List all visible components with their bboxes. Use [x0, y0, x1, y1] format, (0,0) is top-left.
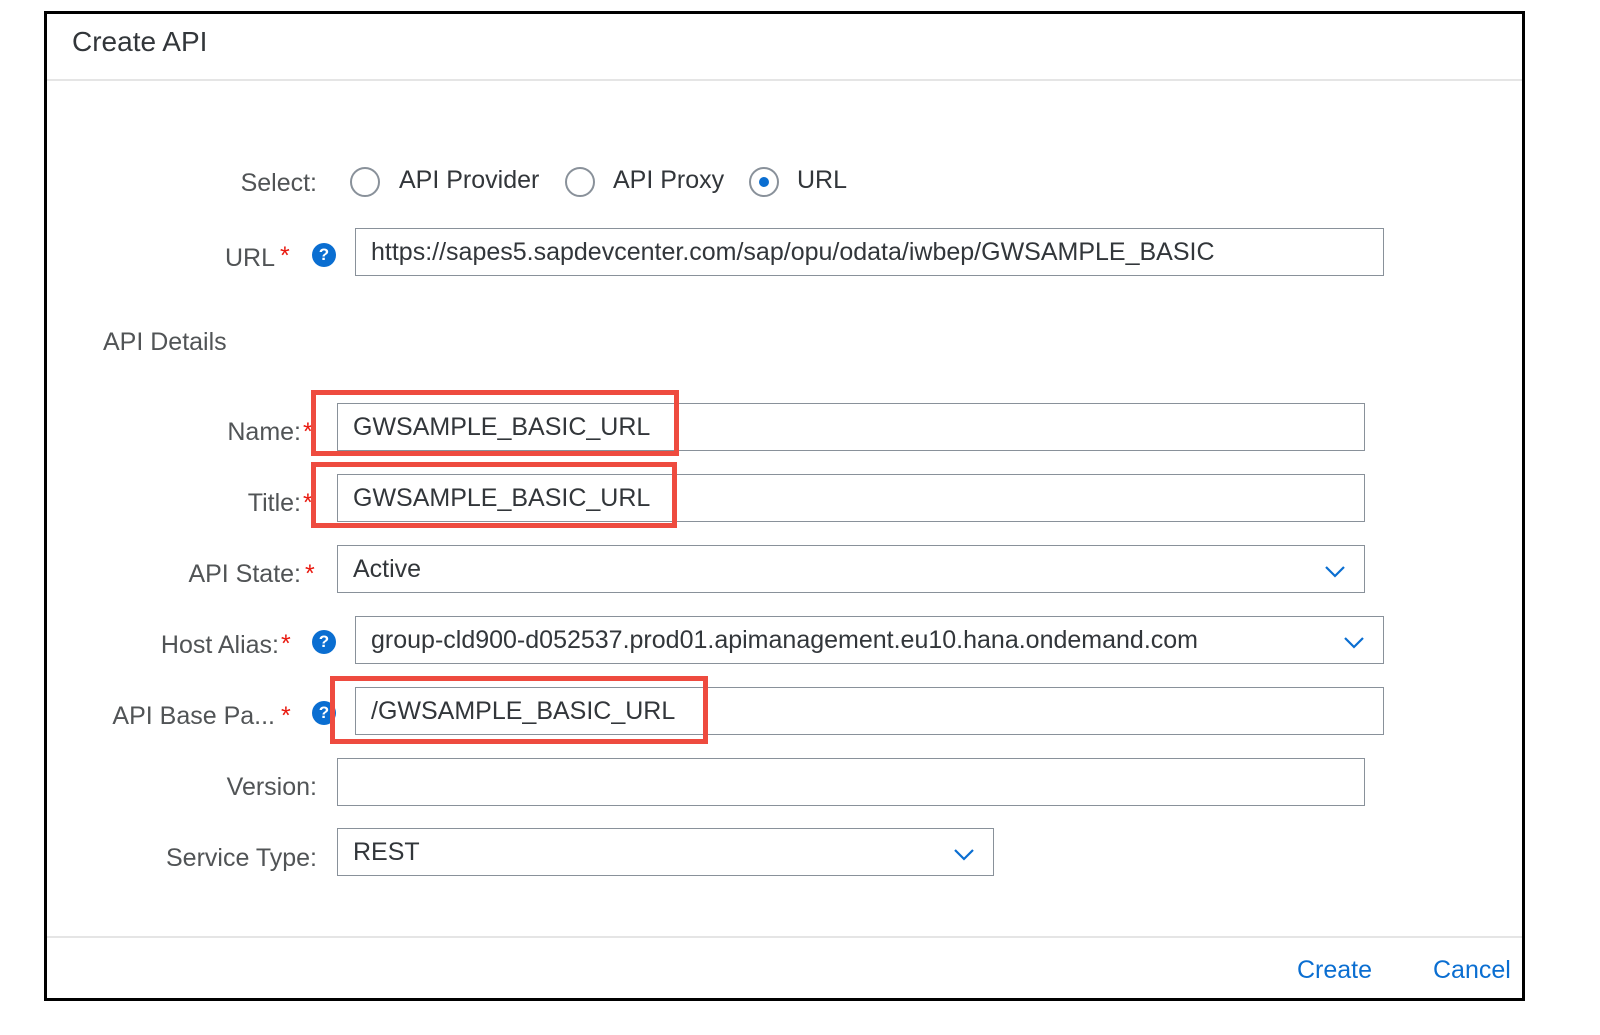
required-marker: * [281, 630, 291, 658]
highlight-box-title [311, 462, 677, 528]
name-label: Name: [227, 418, 301, 446]
dialog-header: Create API [47, 14, 1522, 81]
service-type-value: REST [353, 838, 420, 866]
help-icon[interactable]: ? [312, 243, 336, 267]
create-api-dialog: Create API Select: API Provider API Prox… [44, 11, 1525, 1001]
create-button[interactable]: Create [1297, 956, 1372, 985]
dialog-footer: Create Cancel [47, 936, 1522, 998]
radio-label-api-proxy: API Proxy [613, 166, 725, 194]
cancel-button[interactable]: Cancel [1433, 956, 1511, 985]
api-state-label: API State: [188, 560, 301, 588]
host-alias-value: group-cld900-d052537.prod01.apimanagemen… [371, 626, 1199, 654]
radio-url[interactable] [749, 167, 779, 197]
radio-label-url: URL [797, 166, 848, 194]
api-state-select[interactable]: Active [337, 545, 1365, 593]
select-label: Select: [240, 169, 317, 197]
radio-api-proxy[interactable] [565, 167, 595, 197]
version-label: Version: [226, 773, 317, 801]
url-label: URL [225, 244, 276, 272]
chevron-down-icon[interactable] [1324, 560, 1346, 582]
service-type-select[interactable]: REST [337, 828, 994, 876]
section-title-api-details: API Details [103, 328, 227, 356]
api-base-path-label: API Base Pa... [112, 702, 275, 730]
host-alias-label: Host Alias: [160, 631, 279, 659]
required-marker: * [281, 702, 291, 730]
dialog-title: Create API [72, 26, 208, 57]
chevron-down-icon[interactable] [953, 843, 975, 865]
api-state-value: Active [353, 555, 422, 583]
radio-api-provider[interactable] [350, 167, 380, 197]
highlight-box-name [311, 390, 679, 456]
version-input[interactable] [337, 758, 1365, 806]
help-icon[interactable]: ? [312, 630, 336, 654]
service-type-label: Service Type: [165, 844, 317, 872]
highlight-box-base-path [330, 676, 708, 744]
title-label: Title: [247, 489, 301, 517]
url-input[interactable]: https://sapes5.sapdevcenter.com/sap/opu/… [355, 228, 1384, 276]
url-value: https://sapes5.sapdevcenter.com/sap/opu/… [371, 238, 1215, 266]
radio-label-api-provider: API Provider [399, 166, 540, 194]
host-alias-select[interactable]: group-cld900-d052537.prod01.apimanagemen… [355, 616, 1384, 664]
chevron-down-icon[interactable] [1343, 631, 1365, 653]
required-marker: * [280, 242, 290, 270]
required-marker: * [305, 560, 315, 588]
